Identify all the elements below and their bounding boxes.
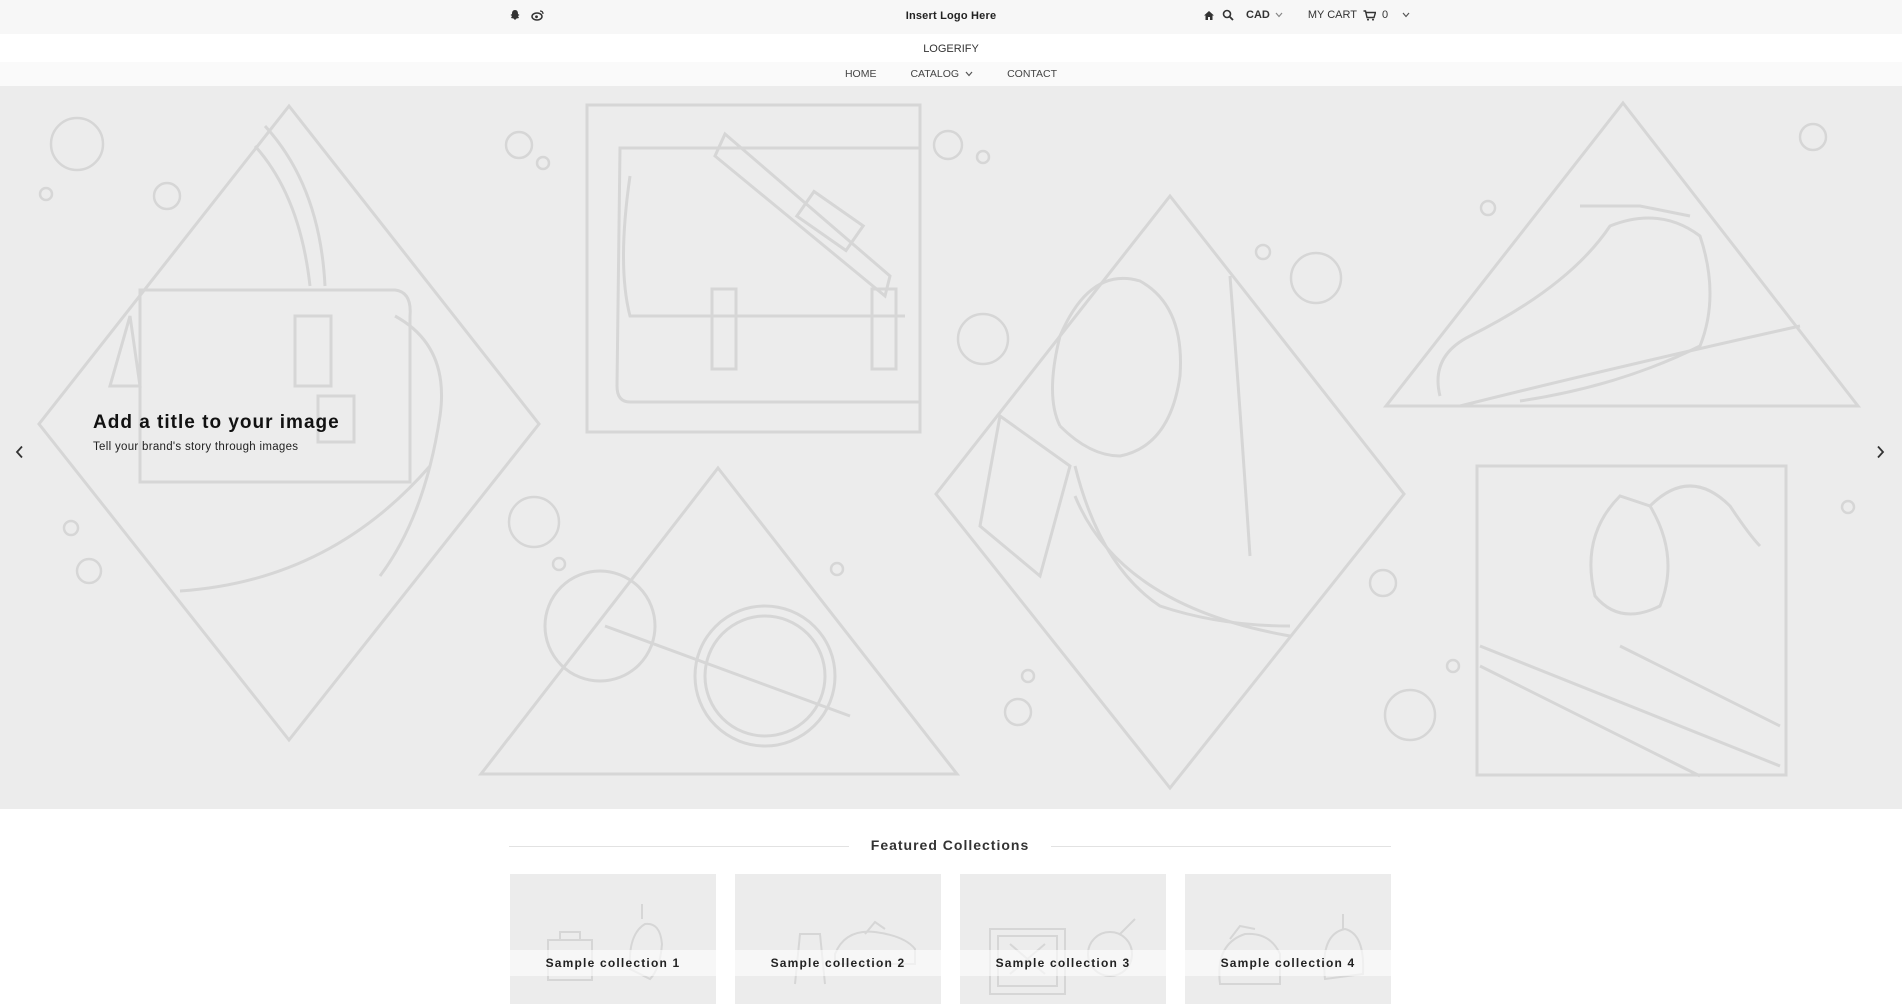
currency-value: CAD <box>1246 9 1270 21</box>
hero-subtitle: Tell your brand's story through images <box>93 441 299 453</box>
collection-title: Sample collection 4 <box>1185 950 1391 976</box>
collection-card[interactable]: Sample collection 4 <box>1185 874 1391 1004</box>
nav-contact[interactable]: CONTACT <box>1007 68 1057 80</box>
chevron-left-icon <box>15 445 25 459</box>
collection-title: Sample collection 3 <box>960 950 1166 976</box>
nav-contact-label: CONTACT <box>1007 68 1058 80</box>
home-icon[interactable] <box>1203 10 1215 21</box>
collection-card[interactable]: Sample collection 2 <box>735 874 941 1004</box>
hero-slideshow: Add a title to your image Tell your bran… <box>0 86 1902 809</box>
chevron-right-icon <box>1875 445 1885 459</box>
chevron-down-icon <box>1275 12 1283 18</box>
featured-collections-header: Featured Collections <box>509 836 1391 856</box>
collection-title: Sample collection 2 <box>735 950 941 976</box>
collection-grid: Sample collection 1 Sample collection 2 … <box>510 874 1391 1004</box>
cart-link[interactable]: MY CART 0 <box>1308 9 1410 21</box>
collection-card[interactable]: Sample collection 1 <box>510 874 716 1004</box>
collection-placeholder-image <box>989 918 1136 995</box>
main-navigation: HOME CATALOG CONTACT <box>0 62 1902 86</box>
collection-title: Sample collection 1 <box>510 950 716 976</box>
nav-catalog[interactable]: CATALOG <box>910 68 973 80</box>
chevron-down-icon[interactable] <box>1402 12 1410 18</box>
site-title[interactable]: LOGERIFY <box>0 34 1902 62</box>
collection-card[interactable]: Sample collection 3 <box>960 874 1166 1004</box>
previous-slide-button[interactable] <box>10 440 30 464</box>
next-slide-button[interactable] <box>1870 440 1890 464</box>
cart-icon <box>1363 9 1376 21</box>
chevron-down-icon <box>965 71 973 77</box>
hero-caption: Add a title to your image Tell your bran… <box>93 412 340 453</box>
nav-home-label: HOME <box>844 68 877 80</box>
currency-selector[interactable]: CAD <box>1246 9 1283 21</box>
section-title: Featured Collections <box>870 837 1030 853</box>
search-icon[interactable] <box>1222 9 1234 21</box>
top-bar-actions: CAD MY CART 0 <box>1203 9 1410 21</box>
collection-placeholder-image <box>1218 914 1365 985</box>
collection-placeholder-image <box>547 904 664 981</box>
logo-placeholder[interactable]: Insert Logo Here <box>0 10 1902 22</box>
hero-title: Add a title to your image <box>93 412 340 433</box>
cart-count: 0 <box>1381 9 1389 21</box>
cart-label: MY CART <box>1307 9 1357 21</box>
collection-placeholder-image <box>794 920 916 985</box>
nav-catalog-label: CATALOG <box>910 68 960 80</box>
nav-home[interactable]: HOME <box>845 68 877 80</box>
top-bar: Insert Logo Here CAD MY CART 0 <box>0 0 1902 35</box>
